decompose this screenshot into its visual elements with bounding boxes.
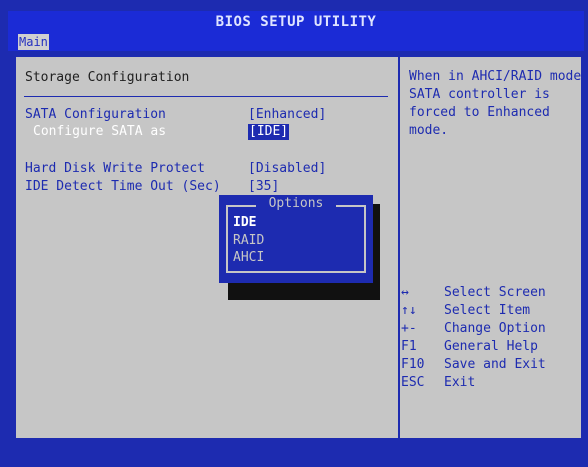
- option-raid[interactable]: RAID: [233, 233, 264, 249]
- key-f1: F1: [401, 339, 417, 354]
- setting-value-ide-detect-timeout[interactable]: [35]: [248, 179, 279, 195]
- setting-label-sata-configuration[interactable]: SATA Configuration: [25, 107, 166, 123]
- setting-label-configure-sata-as[interactable]: Configure SATA as: [33, 124, 166, 140]
- option-ide[interactable]: IDE: [233, 215, 256, 231]
- key-up-down-arrows: ↑↓: [401, 303, 417, 318]
- key-left-right-arrows: ↔: [401, 285, 409, 300]
- key-plus-minus: +-: [401, 321, 417, 336]
- page-title: Storage Configuration: [25, 70, 190, 85]
- key-desc-change-option: Change Option: [444, 321, 546, 336]
- help-line-4: mode.: [409, 123, 449, 138]
- options-popup-title-text: Options: [264, 196, 328, 211]
- help-line-2: SATA controller is: [409, 87, 550, 102]
- title-underline: [24, 96, 388, 97]
- key-desc-general-help: General Help: [444, 339, 538, 354]
- setting-value-configure-sata-as[interactable]: [IDE]: [248, 124, 290, 140]
- options-popup-title: Options: [219, 196, 373, 212]
- tab-main[interactable]: Main: [18, 34, 49, 50]
- setting-value-hard-disk-write-protect[interactable]: [Disabled]: [248, 161, 326, 177]
- key-f10: F10: [401, 357, 425, 372]
- key-desc-save-and-exit: Save and Exit: [444, 357, 546, 372]
- setting-value-sata-configuration[interactable]: [Enhanced]: [248, 107, 326, 123]
- menu-bar: [8, 33, 584, 51]
- setting-label-ide-detect-timeout[interactable]: IDE Detect Time Out (Sec): [25, 179, 221, 195]
- setting-label-hard-disk-write-protect[interactable]: Hard Disk Write Protect: [25, 161, 205, 177]
- help-line-3: forced to Enhanced: [409, 105, 550, 120]
- key-desc-select-item: Select Item: [444, 303, 531, 318]
- bios-title: BIOS SETUP UTILITY: [8, 11, 584, 33]
- key-desc-select-screen: Select Screen: [444, 285, 546, 300]
- key-esc: ESC: [401, 375, 425, 390]
- key-desc-exit: Exit: [444, 375, 476, 390]
- panel-divider: [398, 55, 400, 440]
- help-line-1: When in AHCI/RAID mode: [409, 69, 582, 84]
- option-ahci[interactable]: AHCI: [233, 250, 264, 266]
